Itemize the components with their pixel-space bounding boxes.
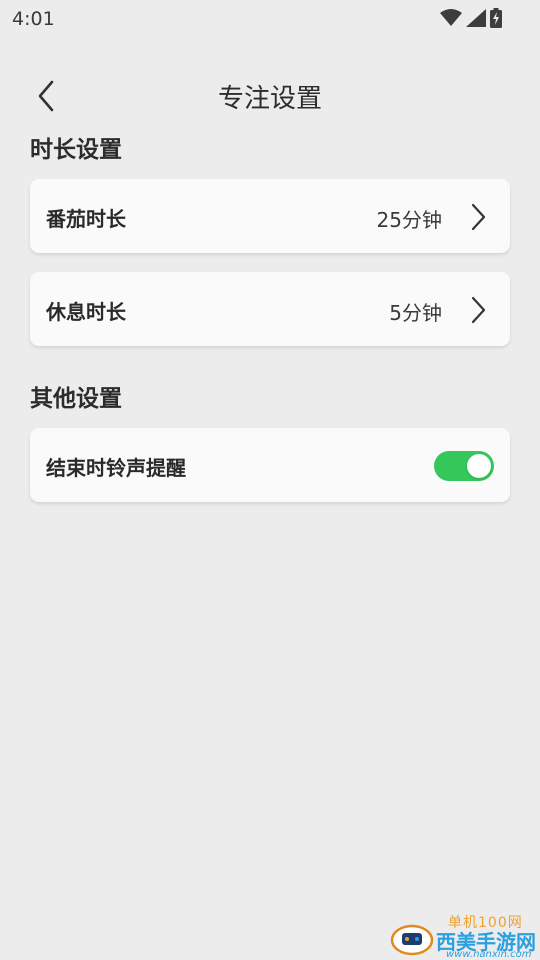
status-bar: 4:01 <box>0 0 540 36</box>
setting-value: 25分钟 <box>376 208 442 232</box>
section-title-duration: 时长设置 <box>30 137 122 163</box>
end-ringtone-toggle[interactable] <box>434 451 494 481</box>
watermark: 单机100网 西美手游网 www.hanxin.com <box>390 912 540 960</box>
setting-row-end-ringtone: 结束时铃声提醒 <box>30 428 510 502</box>
setting-label: 休息时长 <box>46 300 126 324</box>
chevron-right-icon <box>471 203 486 231</box>
section-title-other: 其他设置 <box>30 386 122 412</box>
toggle-knob <box>467 454 491 478</box>
setting-row-pomodoro-duration[interactable]: 番茄时长 25分钟 <box>30 179 510 253</box>
wifi-icon <box>440 9 462 27</box>
signal-icon <box>466 9 486 27</box>
header: 专注设置 <box>0 66 540 124</box>
setting-row-break-duration[interactable]: 休息时长 5分钟 <box>30 272 510 346</box>
status-time: 4:01 <box>12 8 55 30</box>
page-title: 专注设置 <box>217 84 322 114</box>
battery-charging-icon <box>490 8 502 28</box>
chevron-right-icon <box>471 296 486 324</box>
setting-value: 5分钟 <box>389 301 442 325</box>
watermark-url: www.hanxin.com <box>446 949 532 960</box>
watermark-logo-icon <box>390 924 434 956</box>
status-icons <box>440 7 502 29</box>
setting-label: 结束时铃声提醒 <box>46 456 186 480</box>
setting-label: 番茄时长 <box>46 207 126 231</box>
